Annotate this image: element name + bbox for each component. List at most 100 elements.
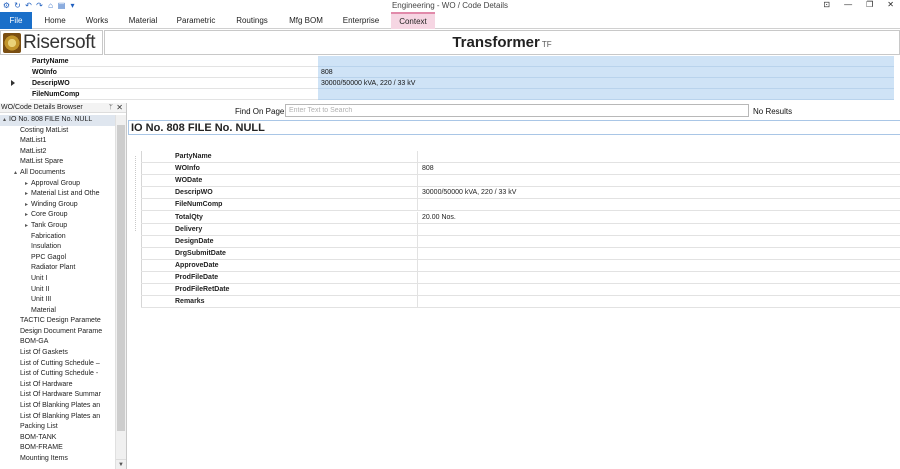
tree-node[interactable]: ▴ All Documents: [0, 168, 115, 179]
detail-label: TotalQty: [175, 211, 418, 224]
restore-ribbon-icon[interactable]: ⊡: [823, 0, 830, 9]
row-selector[interactable]: [0, 67, 30, 78]
tree-node[interactable]: BOM-GA: [0, 337, 115, 348]
detail-value[interactable]: [422, 224, 900, 236]
tree-node[interactable]: Radiator Plant: [0, 263, 115, 274]
tree-node[interactable]: Fabrication: [0, 232, 115, 243]
detail-row[interactable]: FileNumComp: [141, 199, 900, 212]
tab-enterprise[interactable]: Enterprise: [337, 12, 385, 29]
tree-node-label: BOM-GA: [20, 338, 49, 346]
detail-value[interactable]: [422, 272, 900, 284]
tree-node[interactable]: Mounting Items: [0, 454, 115, 465]
page-title-suffix: TF: [541, 40, 552, 49]
tree-node[interactable]: BOM-FRAME: [0, 443, 115, 454]
current-row-arrow-icon: [11, 80, 15, 86]
tab-context[interactable]: Context: [391, 12, 435, 29]
tab-material[interactable]: Material: [122, 12, 164, 29]
grid-row[interactable]: WOInfo 808: [0, 67, 900, 78]
tree-node[interactable]: MatList2: [0, 147, 115, 158]
detail-row[interactable]: DesignDate: [141, 235, 900, 248]
detail-row[interactable]: Remarks: [141, 296, 900, 309]
grid-row-value[interactable]: [318, 56, 894, 67]
tab-works[interactable]: Works: [80, 12, 114, 29]
maximize-icon[interactable]: ❐: [866, 0, 873, 9]
detail-row[interactable]: DescripWO 30000/50000 kVA, 220 / 33 kV: [141, 187, 900, 200]
tree-node[interactable]: ▸ Approval Group: [0, 179, 115, 190]
tree-node[interactable]: Costing MatList: [0, 126, 115, 137]
tree-node[interactable]: List of Cutting Schedule –: [0, 359, 115, 370]
tree-node[interactable]: List Of Blanking Plates an: [0, 412, 115, 423]
tree-node[interactable]: BOM-TANK: [0, 433, 115, 444]
row-selector[interactable]: [0, 89, 30, 100]
detail-row[interactable]: WOInfo 808: [141, 163, 900, 176]
tree-node[interactable]: Unit I: [0, 274, 115, 285]
tree-node[interactable]: Material: [0, 306, 115, 317]
detail-row[interactable]: PartyName: [141, 151, 900, 164]
detail-value[interactable]: [422, 151, 900, 163]
grid-row-value[interactable]: 808: [318, 67, 894, 78]
detail-value[interactable]: 20.00 Nos.: [422, 212, 900, 224]
risersoft-logo-icon: [3, 32, 21, 53]
scroll-down-icon[interactable]: ▼: [116, 459, 126, 469]
tab-mfg-bom[interactable]: Mfg BOM: [283, 12, 329, 29]
tree-node[interactable]: ▸ Material List and Othe: [0, 189, 115, 200]
tree-node[interactable]: TACTIC Design Paramete: [0, 316, 115, 327]
tree-node[interactable]: List Of Blanking Plates an: [0, 401, 115, 412]
detail-row[interactable]: ProdFileDate: [141, 272, 900, 285]
tree-node[interactable]: ▸ Winding Group: [0, 200, 115, 211]
grid-row-label: DescripWO: [30, 78, 318, 89]
tree-node[interactable]: List Of Hardware Summar: [0, 390, 115, 401]
tab-home[interactable]: Home: [36, 12, 74, 29]
detail-row[interactable]: TotalQty 20.00 Nos.: [141, 211, 900, 224]
tree-node[interactable]: List of Cutting Schedule -: [0, 369, 115, 380]
tree-node-label: MatList1: [20, 137, 47, 145]
grid-row[interactable]: FileNumComp: [0, 89, 900, 100]
tree-node[interactable]: List Of Hardware: [0, 380, 115, 391]
detail-value[interactable]: [422, 236, 900, 248]
detail-row[interactable]: ApproveDate: [141, 259, 900, 272]
detail-value[interactable]: [422, 296, 900, 308]
detail-value[interactable]: 808: [422, 163, 900, 175]
detail-row[interactable]: ProdFileRetDate: [141, 284, 900, 297]
tab-file[interactable]: File: [0, 12, 32, 29]
row-selector[interactable]: [0, 56, 30, 67]
tab-routings[interactable]: Routings: [230, 12, 274, 29]
detail-value[interactable]: [422, 260, 900, 272]
detail-value[interactable]: 30000/50000 kVA, 220 / 33 kV: [422, 187, 900, 199]
tree-node[interactable]: MatList Spare: [0, 157, 115, 168]
tree-node[interactable]: ▸ Tank Group: [0, 221, 115, 232]
scrollbar-thumb[interactable]: [117, 125, 125, 431]
detail-label: DesignDate: [175, 235, 418, 248]
detail-value[interactable]: [422, 199, 900, 211]
tree-node[interactable]: Design Document Parame: [0, 327, 115, 338]
tab-parametric[interactable]: Parametric: [172, 12, 220, 29]
tree-node[interactable]: Packing List: [0, 422, 115, 433]
top-info-grid: PartyName WOInfo 808 DescripWO 30000/500…: [0, 56, 900, 101]
grid-row[interactable]: PartyName: [0, 56, 900, 67]
detail-value[interactable]: [422, 175, 900, 187]
close-icon[interactable]: ✕: [887, 0, 894, 9]
tree-node[interactable]: List Of Gaskets: [0, 348, 115, 359]
detail-value[interactable]: [422, 284, 900, 296]
close-panel-icon[interactable]: ✕: [116, 103, 123, 113]
tree-node[interactable]: Insulation: [0, 242, 115, 253]
tree-node[interactable]: Unit II: [0, 285, 115, 296]
find-input[interactable]: [285, 104, 749, 117]
pin-icon[interactable]: ᛘ: [109, 103, 113, 113]
row-selector[interactable]: [0, 78, 30, 89]
tree-node[interactable]: ▸ Core Group: [0, 210, 115, 221]
grid-row-current[interactable]: DescripWO 30000/50000 kVA, 220 / 33 kV: [0, 78, 900, 89]
tree-node[interactable]: Unit III: [0, 295, 115, 306]
tree-node-label: Fabrication: [31, 232, 66, 240]
tree-node[interactable]: MatList1: [0, 136, 115, 147]
minimize-icon[interactable]: —: [844, 0, 852, 9]
grid-row-value[interactable]: 30000/50000 kVA, 220 / 33 kV: [318, 78, 894, 89]
detail-value[interactable]: [422, 248, 900, 260]
detail-row[interactable]: Delivery: [141, 223, 900, 236]
tree-scrollbar[interactable]: ▼: [115, 115, 126, 469]
detail-row[interactable]: WODate: [141, 175, 900, 188]
grid-row-value[interactable]: [318, 89, 894, 100]
tree-node[interactable]: PPC Gagol: [0, 253, 115, 264]
detail-row[interactable]: DrgSubmitDate: [141, 247, 900, 260]
tree-node[interactable]: ▴ IO No. 808 FILE No. NULL: [0, 115, 115, 126]
